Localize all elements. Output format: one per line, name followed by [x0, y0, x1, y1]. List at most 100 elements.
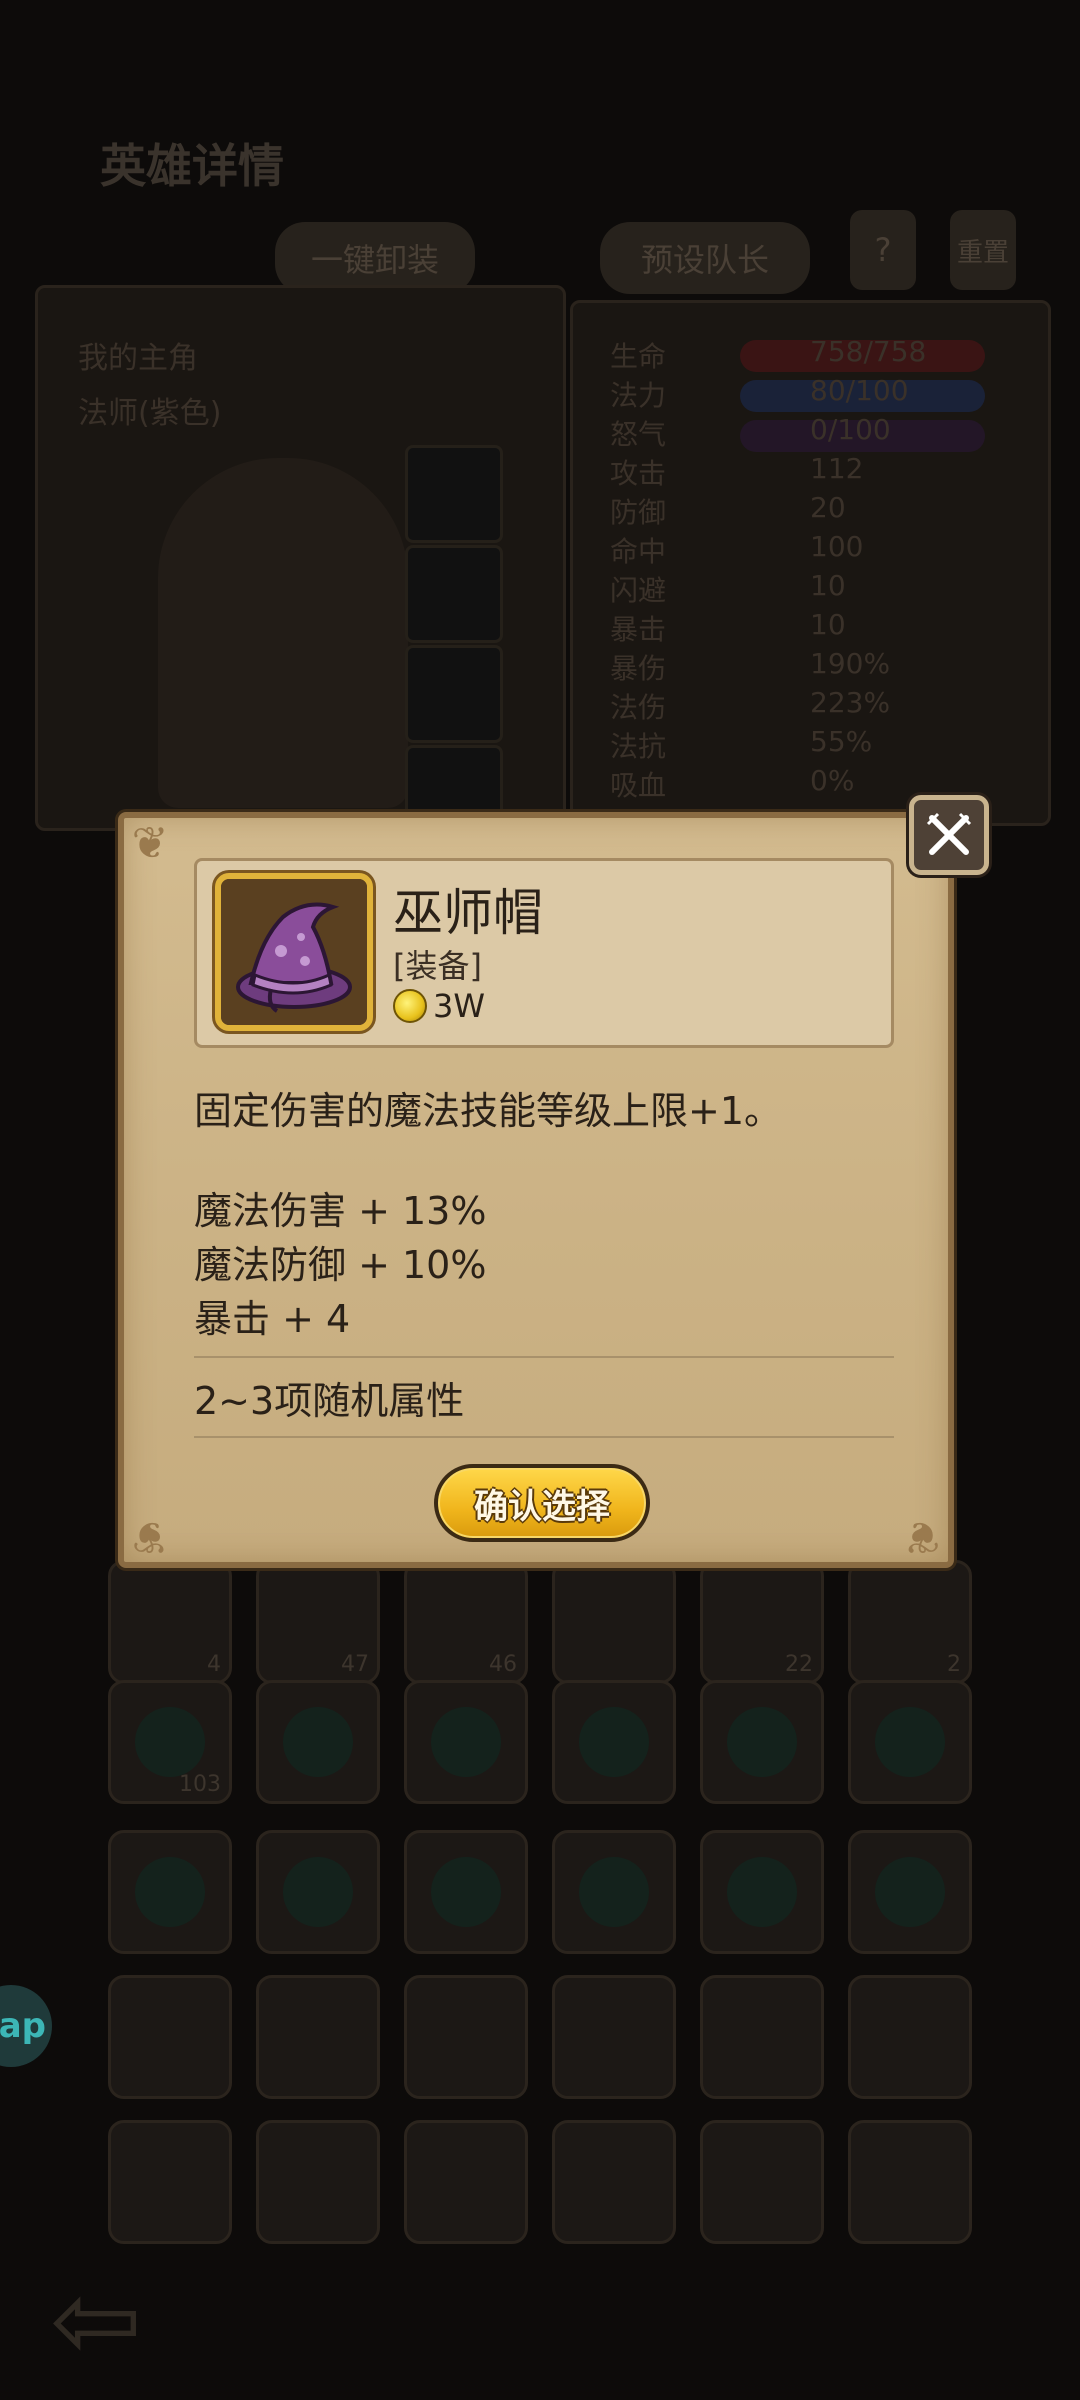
inventory-slot [700, 1975, 824, 2099]
stat-row: 生命 758/758 [610, 335, 926, 375]
orb-icon [875, 1857, 945, 1927]
stat-label: 暴击 [610, 613, 667, 646]
page-title: 英雄详情 [100, 139, 284, 193]
item-price: 3W [393, 987, 485, 1025]
inventory-slot [256, 1830, 380, 1954]
orb-icon [579, 1857, 649, 1927]
inventory-slot [256, 1975, 380, 2099]
item-count: 2 [947, 1652, 961, 1677]
orb-icon [727, 1707, 797, 1777]
inventory-slot [404, 1680, 528, 1804]
stat-label: 法力 [610, 379, 667, 412]
stat-row: 怒气 0/100 [610, 413, 891, 453]
side-app-bubble: ap [0, 1985, 52, 2067]
item-count: 46 [489, 1652, 517, 1677]
inventory-slot: 47 [256, 1560, 380, 1684]
orb-icon [135, 1857, 205, 1927]
stat-label: 攻击 [610, 457, 667, 490]
stat-label: 怒气 [610, 418, 667, 451]
stat-row: 暴击 10 [610, 608, 846, 648]
orb-icon [135, 1707, 205, 1777]
inventory-slot [848, 2120, 972, 2244]
item-count: 47 [341, 1652, 369, 1677]
orb-icon [283, 1707, 353, 1777]
help-button: ? [850, 210, 916, 290]
inventory-slot: 4 [108, 1560, 232, 1684]
stat-value: 10 [810, 569, 846, 602]
stat-value: 223% [810, 686, 891, 719]
stat-row: 防御 20 [610, 491, 846, 531]
stat-label: 生命 [610, 340, 667, 373]
orb-icon [579, 1707, 649, 1777]
inventory-slot: 46 [404, 1560, 528, 1684]
inventory-slot [552, 1680, 676, 1804]
attribute-line: 魔法伤害 + 13% [194, 1189, 487, 1233]
divider [194, 1356, 894, 1358]
inventory-slot [700, 1680, 824, 1804]
inventory-slot [108, 1975, 232, 2099]
inventory-slot [552, 1830, 676, 1954]
item-header: 巫师帽 [装备] 3W [194, 858, 894, 1048]
equip-slot [405, 545, 503, 643]
one-key-unequip-button: 一键卸装 [275, 222, 475, 294]
crossed-swords-close-icon [926, 812, 972, 855]
stat-row: 法抗 55% [610, 725, 872, 765]
inventory-slot [848, 1680, 972, 1804]
stat-row: 攻击 112 [610, 452, 863, 492]
stat-row: 法力 80/100 [610, 374, 909, 414]
inventory-slot [700, 1830, 824, 1954]
stat-label: 吸血 [610, 769, 667, 802]
corner-ornament-icon: ❦ [131, 1511, 169, 1562]
item-price-value: 3W [433, 987, 485, 1025]
orb-icon [727, 1857, 797, 1927]
close-button[interactable] [909, 795, 989, 875]
stat-label: 防御 [610, 496, 667, 529]
inventory-slot [848, 1975, 972, 2099]
stat-value: 80/100 [810, 374, 909, 407]
equip-slot [405, 445, 503, 543]
random-attributes-text: 2~3项随机属性 [194, 1379, 465, 1423]
stat-label: 命中 [610, 535, 667, 568]
stat-label: 法抗 [610, 730, 667, 763]
gold-coin-icon [393, 989, 427, 1023]
inventory-slot: 22 [700, 1560, 824, 1684]
stat-value: 100 [810, 530, 864, 563]
item-name: 巫师帽 [393, 884, 543, 942]
inventory-slot [404, 1830, 528, 1954]
stat-row: 命中 100 [610, 530, 863, 570]
inventory-slot: 2 [848, 1560, 972, 1684]
attribute-line: 暴击 + 4 [194, 1297, 351, 1341]
hero-portrait [158, 458, 408, 808]
inventory-slot [700, 2120, 824, 2244]
orb-icon [283, 1857, 353, 1927]
hero-class: 法师(紫色) [78, 396, 222, 431]
stat-value: 55% [810, 725, 873, 758]
corner-ornament-icon: ❦ [131, 818, 169, 869]
stat-row: 法伤 223% [610, 686, 890, 726]
inventory-slot [256, 1680, 380, 1804]
orb-icon [875, 1707, 945, 1777]
stat-value: 758/758 [810, 335, 927, 368]
inventory-slot [552, 2120, 676, 2244]
equip-slot [405, 645, 503, 743]
stat-row: 暴伤 190% [610, 647, 890, 687]
item-count: 22 [785, 1652, 813, 1677]
item-type: [装备] [393, 947, 482, 985]
inventory-slot: 103 [108, 1680, 232, 1804]
inventory-slot [404, 2120, 528, 2244]
inventory-slot [552, 1560, 676, 1684]
inventory-slot [256, 2120, 380, 2244]
confirm-select-button[interactable]: 确认选择 [434, 1464, 650, 1542]
preset-captain-button: 预设队长 [600, 222, 810, 294]
item-count: 103 [179, 1772, 221, 1797]
stat-row: 吸血 0% [610, 764, 854, 804]
stat-label: 暴伤 [610, 652, 667, 685]
item-count: 4 [207, 1652, 221, 1677]
orb-icon [431, 1707, 501, 1777]
item-description: 固定伤害的魔法技能等级上限+1。 [194, 1089, 783, 1133]
stat-label: 闪避 [610, 574, 667, 607]
stat-value: 0% [810, 764, 855, 797]
wizard-hat-icon [215, 873, 373, 1031]
inventory-slot [552, 1975, 676, 2099]
inventory-slot [108, 2120, 232, 2244]
